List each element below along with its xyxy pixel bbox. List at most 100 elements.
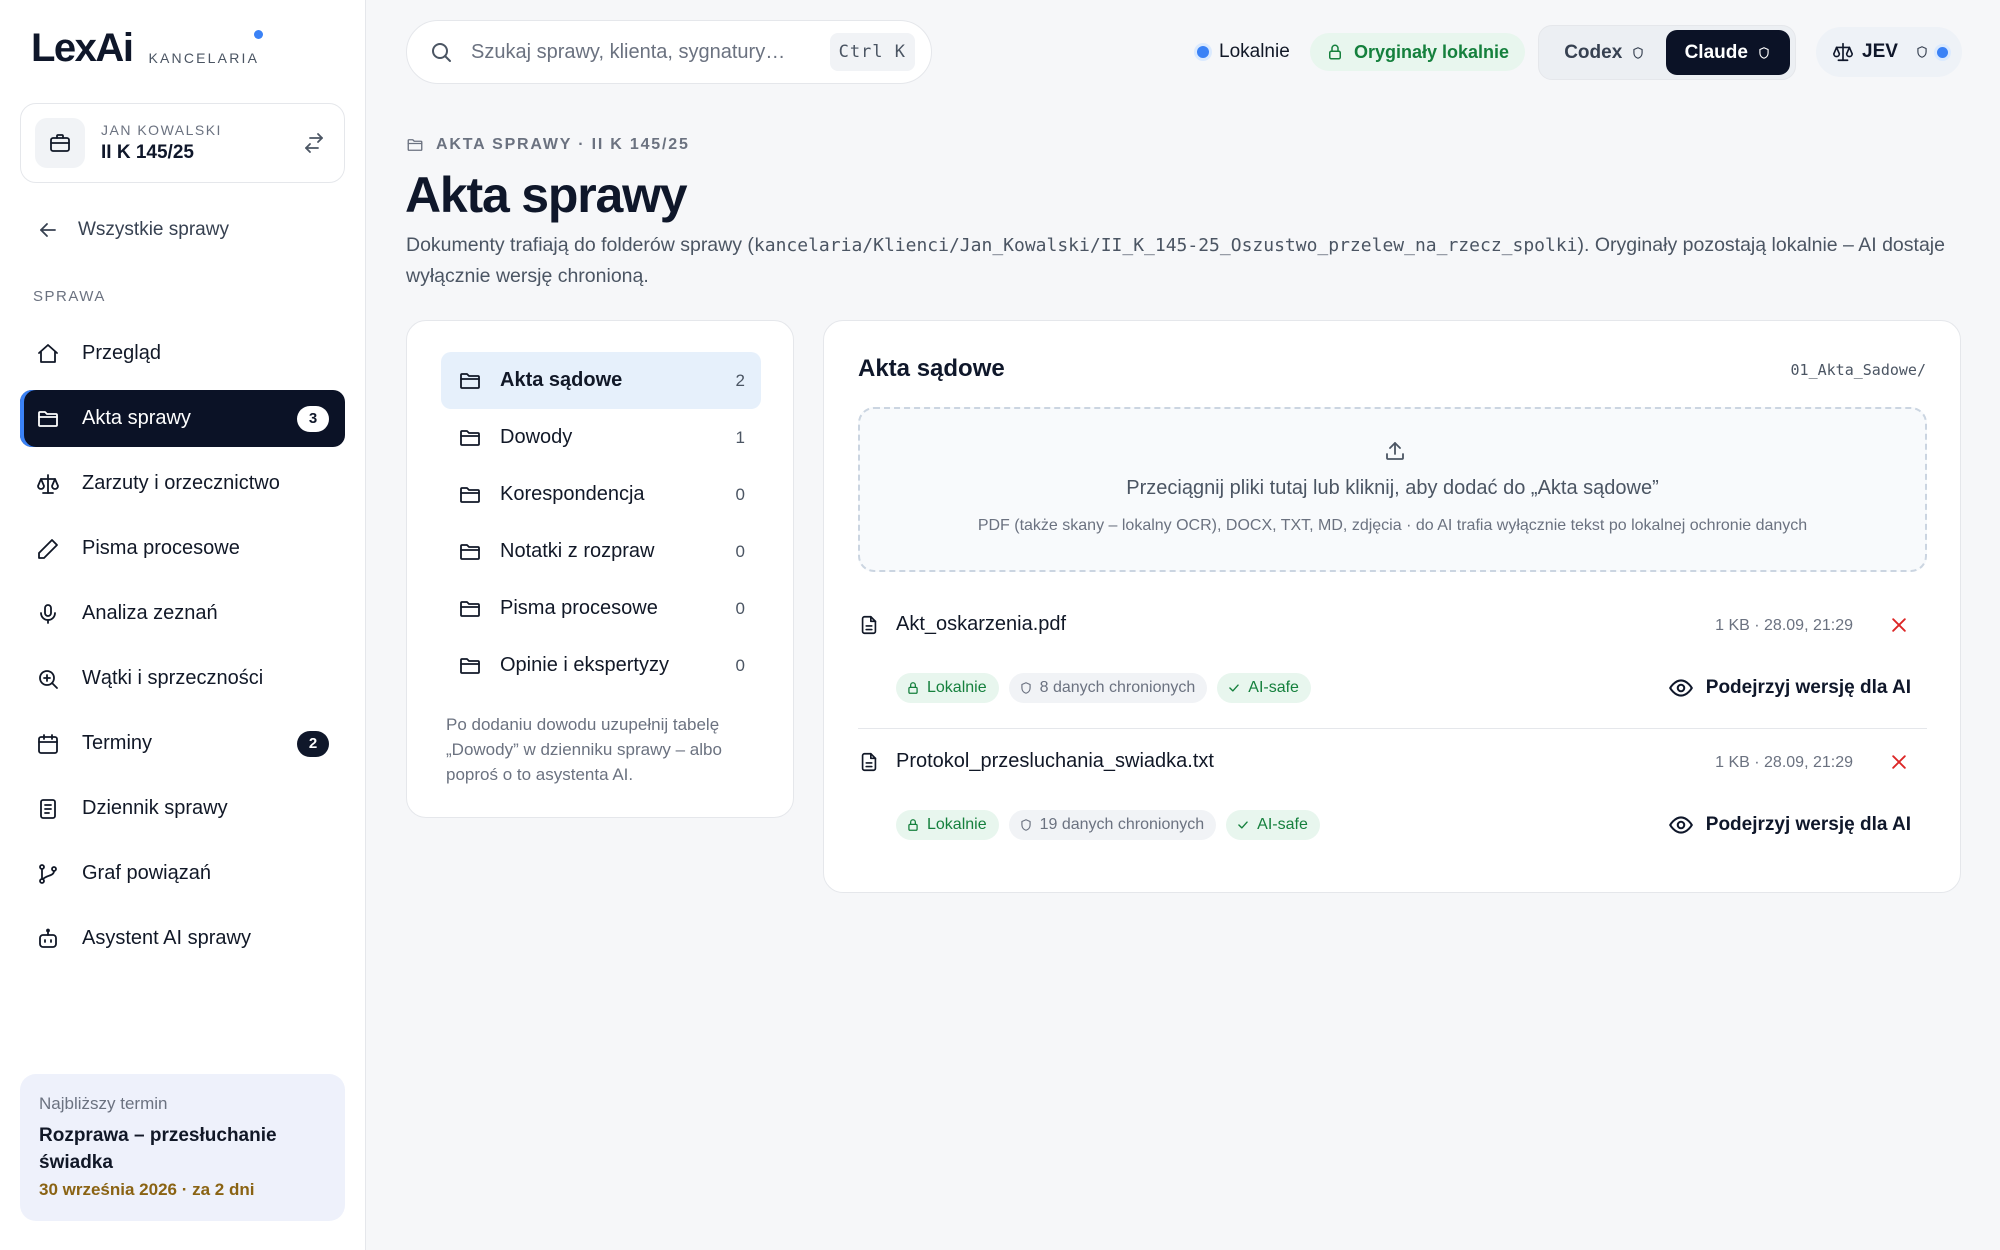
file-tags: Lokalnie 19 danych chronionych AI-safe — [896, 810, 1330, 840]
pencil-icon — [36, 537, 60, 561]
bot-icon — [36, 927, 60, 951]
scales-icon — [36, 472, 60, 496]
calendar-icon — [36, 732, 60, 756]
folder-label: Dowody — [500, 426, 573, 448]
folder-item-correspondence[interactable]: Korespondencja 0 — [441, 466, 761, 523]
tag-label: 19 danych chronionych — [1039, 816, 1205, 833]
sidebar-item-label: Graf powiązań — [82, 862, 211, 884]
online-dot — [1937, 46, 1948, 58]
model-codex-button[interactable]: Codex — [1544, 30, 1666, 75]
tag-label: AI-safe — [1257, 816, 1308, 833]
brand-logo[interactable]: LexAi KANCELARIA — [31, 26, 264, 70]
protected-data-tag: 8 danych chronionych — [1008, 673, 1208, 703]
model-claude-button[interactable]: Claude — [1665, 30, 1790, 75]
tag-label: Lokalnie — [927, 679, 987, 696]
sidebar-item-deadlines[interactable]: Terminy 2 — [20, 715, 345, 772]
check-icon — [1236, 818, 1250, 832]
sidebar-item-ai-assistant[interactable]: Asystent AI sprawy — [20, 910, 345, 967]
originals-label: Oryginały lokalnie — [1354, 41, 1510, 62]
lock-icon — [906, 818, 920, 832]
sidebar: LexAi KANCELARIA JAN KOWALSKI II K 145/2… — [0, 0, 366, 1250]
folder-label: Korespondencja — [500, 483, 645, 505]
sidebar-item-overview[interactable]: Przegląd — [20, 325, 345, 382]
file-row: Protokol_przesluchania_swiadka.txt 1 KB … — [858, 740, 1927, 866]
brand-name: LexAi — [31, 26, 134, 70]
tag-label: AI-safe — [1248, 679, 1299, 696]
case-selector[interactable]: JAN KOWALSKI II K 145/25 — [20, 103, 345, 183]
brand-dot — [254, 30, 264, 39]
page-title: Akta sprawy — [405, 167, 688, 223]
folder-icon — [458, 483, 482, 507]
case-navigation: Przegląd Akta sprawy 3 Zarzuty i orzeczn… — [20, 325, 345, 975]
folder-count: 2 — [735, 370, 745, 390]
sidebar-item-label: Wątki i sprzeczności — [82, 667, 264, 689]
status-dot — [1197, 46, 1209, 58]
file-dropzone[interactable]: Przeciągnij pliki tutaj lub kliknij, aby… — [858, 407, 1927, 572]
preview-label: Podejrzyj wersję dla AI — [1705, 677, 1911, 698]
folder-count: 0 — [735, 484, 745, 504]
folder-item-pleadings[interactable]: Pisma procesowe 0 — [441, 580, 761, 637]
deadline-date: 30 września 2026 · za 2 dni — [39, 1180, 255, 1199]
folder-label: Pisma procesowe — [500, 597, 658, 619]
folder-path: 01_Akta_Sadowe/ — [1790, 361, 1926, 379]
folder-item-hearing-notes[interactable]: Notatki z rozpraw 0 — [441, 523, 761, 580]
files-panel: Akta sądowe 01_Akta_Sadowe/ Przeciągnij … — [823, 320, 1961, 893]
lock-icon — [1326, 43, 1344, 61]
folder-icon — [458, 540, 482, 564]
upload-icon — [1383, 439, 1407, 463]
file-row: Akt_oskarzenia.pdf 1 KB · 28.09, 21:29 L… — [858, 603, 1927, 729]
sidebar-item-label: Asystent AI sprawy — [82, 927, 251, 949]
next-deadline-card[interactable]: Najbliższy termin Rozprawa – przesłuchan… — [20, 1074, 345, 1221]
git-branch-icon — [36, 862, 60, 886]
sidebar-item-label: Zarzuty i orzecznictwo — [82, 472, 280, 494]
shield-icon — [1019, 681, 1033, 695]
shield-icon — [1019, 818, 1033, 832]
folder-item-evidence[interactable]: Dowody 1 — [441, 409, 761, 466]
folder-count: 0 — [735, 598, 745, 618]
folder-count: 0 — [735, 655, 745, 675]
folder-icon — [458, 369, 482, 393]
preview-ai-version-button[interactable]: Podejrzyj wersję dla AI — [1668, 675, 1911, 701]
microphone-icon — [36, 602, 60, 626]
sidebar-item-threads[interactable]: Wątki i sprzeczności — [20, 650, 345, 707]
originals-local-badge: Oryginały lokalnie — [1310, 33, 1526, 71]
sidebar-item-label: Terminy — [82, 732, 153, 754]
briefcase-icon — [35, 118, 85, 168]
delete-file-button[interactable] — [1887, 613, 1911, 637]
delete-file-button[interactable] — [1887, 750, 1911, 774]
file-name[interactable]: Akt_oskarzenia.pdf — [896, 613, 1066, 636]
page-description: Dokumenty trafiają do folderów sprawy (k… — [406, 230, 1966, 291]
sidebar-item-journal[interactable]: Dziennik sprawy — [20, 780, 345, 837]
sidebar-item-label: Dziennik sprawy — [82, 797, 228, 819]
sidebar-item-label: Pisma procesowe — [82, 537, 240, 559]
all-cases-link[interactable]: Wszystkie sprawy — [36, 214, 229, 246]
switch-case-icon[interactable] — [300, 129, 328, 157]
sidebar-item-graph[interactable]: Graf powiązań — [20, 845, 345, 902]
tag-label: Lokalnie — [927, 816, 987, 833]
case-info: JAN KOWALSKI II K 145/25 — [101, 122, 300, 164]
sidebar-item-pleadings[interactable]: Pisma procesowe — [20, 520, 345, 577]
zoom-in-icon — [36, 667, 60, 691]
folder-item-court-files[interactable]: Akta sądowe 2 — [441, 352, 761, 409]
sidebar-item-case-files[interactable]: Akta sprawy 3 — [20, 390, 345, 447]
keyboard-shortcut: Ctrl K — [829, 33, 915, 71]
search-placeholder: Szukaj sprawy, klienta, sygnatury… — [471, 40, 786, 63]
local-status: Lokalnie — [1197, 38, 1290, 66]
sidebar-section-label: SPRAWA — [33, 288, 106, 305]
eye-icon — [1668, 675, 1694, 701]
preview-label: Podejrzyj wersję dla AI — [1705, 814, 1911, 835]
local-tag: Lokalnie — [896, 673, 999, 703]
ai-safe-tag: AI-safe — [1226, 810, 1320, 840]
search-input[interactable]: Szukaj sprawy, klienta, sygnatury… Ctrl … — [406, 20, 932, 84]
shield-icon — [1631, 46, 1645, 60]
sidebar-item-testimony[interactable]: Analiza zeznań — [20, 585, 345, 642]
folder-item-expert-opinions[interactable]: Opinie i ekspertyzy 0 — [441, 637, 761, 694]
user-menu[interactable]: JEV — [1816, 27, 1962, 77]
sidebar-item-charges[interactable]: Zarzuty i orzecznictwo — [20, 455, 345, 512]
case-folder-path: kancelaria/Klienci/Jan_Kowalski/II_K_145… — [753, 235, 1578, 256]
preview-ai-version-button[interactable]: Podejrzyj wersję dla AI — [1668, 812, 1911, 838]
user-initials: JEV — [1862, 41, 1898, 62]
folder-icon — [458, 426, 482, 450]
file-name[interactable]: Protokol_przesluchania_swiadka.txt — [896, 750, 1214, 773]
check-icon — [1227, 681, 1241, 695]
